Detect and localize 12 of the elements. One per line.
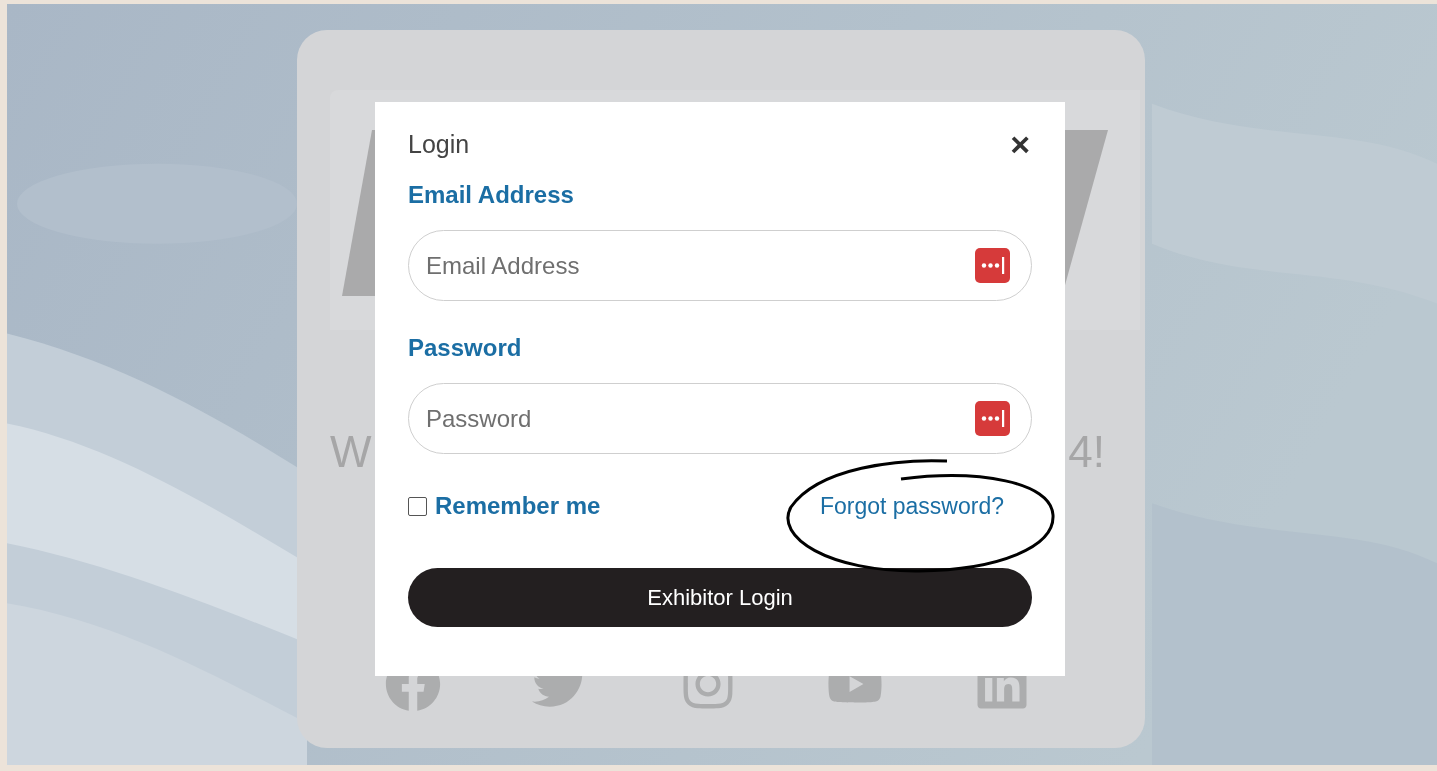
field-label: Password: [408, 333, 523, 363]
close-button[interactable]: ×: [1010, 127, 1032, 161]
modal-title: Login: [408, 129, 470, 160]
remember-label: Remember me: [435, 491, 601, 521]
input-field[interactable]: Password: [408, 383, 1032, 454]
field-label: Email Address: [408, 180, 575, 210]
password-manager-icon[interactable]: [975, 248, 1010, 283]
forgot-password-link[interactable]: Forgot password?: [819, 488, 1004, 524]
input-field[interactable]: Email Address: [408, 230, 1032, 301]
remember-checkbox[interactable]: [408, 496, 427, 516]
login-button[interactable]: Exhibitor Login: [408, 568, 1032, 627]
password-manager-icon[interactable]: [975, 401, 1010, 436]
